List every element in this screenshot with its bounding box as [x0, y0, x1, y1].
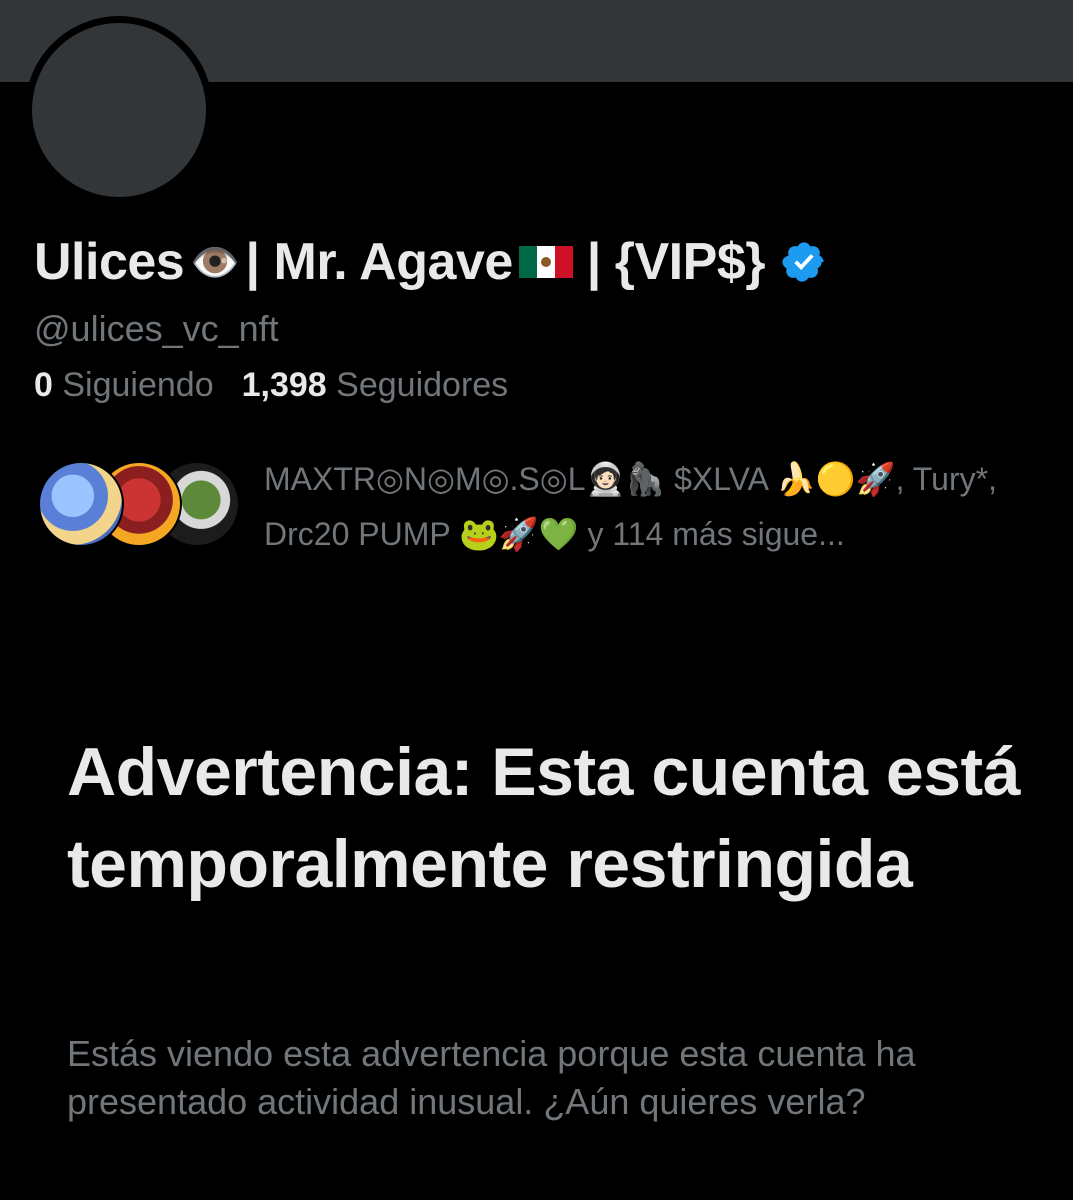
following-link[interactable]: 0 Siguiendo — [34, 366, 214, 404]
profile-name-mid: | Mr. Agave — [245, 233, 514, 291]
mexico-flag-icon — [518, 246, 573, 278]
followers-count: 1,398 — [241, 366, 327, 404]
follower-avatar — [38, 461, 124, 547]
followers-link[interactable]: 1,398 Seguidores — [242, 366, 509, 404]
profile-stats: 0 Siguiendo 1,398 Seguidores — [34, 366, 508, 405]
warning-body: Estás viendo esta advertencia porque est… — [67, 1033, 916, 1122]
profile-name: Ulices 👁️ | Mr. Agave | {VIP$} — [34, 232, 827, 292]
verified-badge-icon[interactable] — [781, 239, 827, 285]
followed-by-avatars[interactable] — [38, 461, 240, 547]
profile-avatar[interactable] — [25, 16, 213, 204]
following-label: Siguiendo — [62, 366, 214, 404]
profile-name-end: | {VIP$} — [586, 233, 766, 291]
profile-name-first: Ulices — [34, 233, 185, 291]
eye-emoji: 👁️ — [190, 240, 240, 285]
warning-title: Advertencia: Esta cuenta está temporalme… — [67, 734, 1021, 902]
profile-handle: @ulices_vc_nft — [34, 308, 279, 349]
followers-label: Seguidores — [336, 366, 509, 404]
following-count: 0 — [34, 366, 53, 404]
followed-by-text[interactable]: MAXTR◎N◎M◎.S◎L🧑🏻‍🚀🦍 $XLVA 🍌🟡🚀, Tury*, Dr… — [264, 452, 1054, 562]
